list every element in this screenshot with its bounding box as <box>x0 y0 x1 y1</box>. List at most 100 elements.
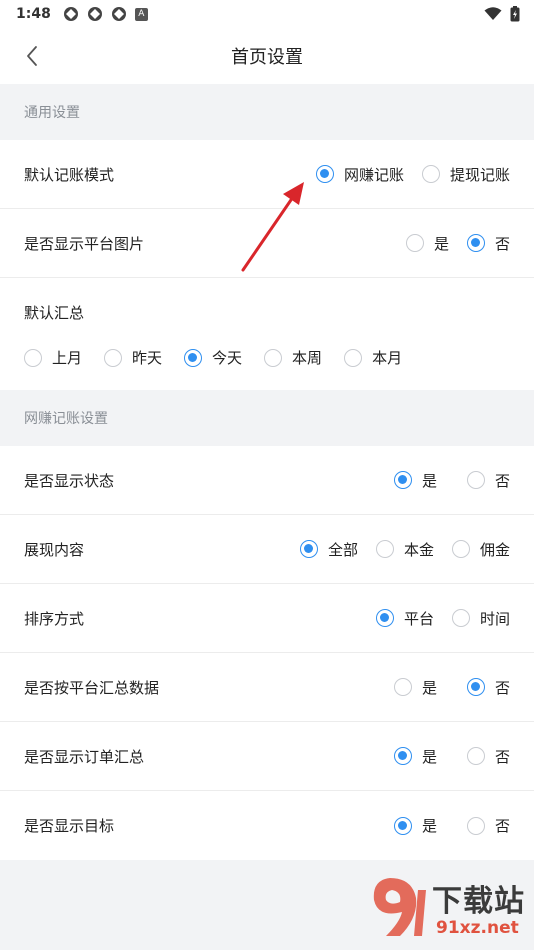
setting-row-sort-method: 排序方式 平台 时间 <box>0 584 534 653</box>
radio-unchecked-icon[interactable] <box>104 348 123 367</box>
radio-unchecked-icon[interactable] <box>466 747 485 765</box>
setting-label: 是否显示平台图片 <box>24 234 145 253</box>
radio-checked-icon[interactable] <box>393 816 412 835</box>
status-time: 1:48 <box>16 6 51 22</box>
radio-option-yes[interactable]: 是 <box>393 815 437 836</box>
watermark-9-icon <box>373 878 426 936</box>
radio-option-no[interactable]: 否 <box>466 746 510 767</box>
settings-card-general: 默认记账模式 网赚记账 提现记账 是否显示平台图片 是 否 默认汇总 上月 昨天… <box>0 140 534 390</box>
radio-option-this-month[interactable]: 本月 <box>344 347 402 368</box>
radio-option-yes[interactable]: 是 <box>393 470 437 491</box>
radio-group: 是 否 <box>393 746 510 767</box>
radio-group: 是 否 <box>393 470 510 491</box>
setting-row-show-target: 是否显示目标 是 否 <box>0 791 534 860</box>
radio-unchecked-icon[interactable] <box>466 816 485 835</box>
radio-group: 网赚记账 提现记账 <box>315 164 510 185</box>
radio-checked-icon[interactable] <box>375 609 394 627</box>
radio-checked-icon[interactable] <box>393 471 412 489</box>
radio-group: 是 否 <box>393 677 510 698</box>
radio-option-platform[interactable]: 平台 <box>375 608 434 629</box>
radio-label: 上月 <box>52 349 83 367</box>
radio-option-online-earning[interactable]: 网赚记账 <box>315 164 404 185</box>
radio-checked-icon[interactable] <box>184 348 203 367</box>
radio-label: 提现记账 <box>449 165 510 184</box>
app-notification-icon <box>63 7 78 21</box>
radio-unchecked-icon[interactable] <box>375 540 394 558</box>
radio-group: 平台 时间 <box>375 608 510 629</box>
radio-option-time[interactable]: 时间 <box>451 608 510 629</box>
radio-checked-icon[interactable] <box>299 540 318 558</box>
notification-icons: A <box>63 6 148 22</box>
radio-group: 是 否 <box>393 815 510 836</box>
radio-unchecked-icon[interactable] <box>451 540 470 558</box>
letter-badge-icon: A <box>134 7 148 21</box>
radio-option-this-week[interactable]: 本周 <box>264 347 322 368</box>
back-button[interactable] <box>12 36 52 76</box>
radio-unchecked-icon[interactable] <box>264 348 283 367</box>
setting-label: 是否显示订单汇总 <box>24 747 145 766</box>
radio-option-yesterday[interactable]: 昨天 <box>104 347 162 368</box>
radio-label: 今天 <box>212 349 243 367</box>
radio-label: 是 <box>421 747 437 766</box>
radio-label: 否 <box>494 234 510 253</box>
radio-label: 昨天 <box>132 349 163 367</box>
radio-option-last-month[interactable]: 上月 <box>24 347 82 368</box>
setting-row-default-summary: 默认汇总 上月 昨天 今天 本周 本月 <box>0 278 534 390</box>
status-bar: 1:48 A <box>0 0 534 28</box>
radio-option-today[interactable]: 今天 <box>184 347 242 368</box>
radio-group: 全部 本金 佣金 <box>299 539 510 560</box>
radio-checked-icon[interactable] <box>393 747 412 765</box>
radio-option-principal[interactable]: 本金 <box>375 539 434 560</box>
radio-label: 否 <box>494 747 510 766</box>
radio-unchecked-icon[interactable] <box>466 471 485 489</box>
wifi-icon <box>484 7 502 20</box>
radio-option-all[interactable]: 全部 <box>299 539 358 560</box>
radio-label: 本金 <box>403 540 434 559</box>
radio-checked-icon[interactable] <box>466 234 485 252</box>
settings-card-online-earning: 是否显示状态 是 否 展现内容 全部 本金 佣金 排序方式 平台 时间 是否按平… <box>0 446 534 860</box>
setting-label: 是否显示目标 <box>24 817 115 835</box>
setting-row-summary-by-platform: 是否按平台汇总数据 是 否 <box>0 653 534 722</box>
radio-label: 全部 <box>327 540 358 559</box>
radio-option-no[interactable]: 否 <box>466 815 510 836</box>
radio-label: 佣金 <box>479 540 510 559</box>
radio-option-yes[interactable]: 是 <box>405 233 449 254</box>
setting-label: 默认记账模式 <box>24 165 115 184</box>
radio-unchecked-icon[interactable] <box>451 609 470 627</box>
radio-unchecked-icon[interactable] <box>24 348 42 367</box>
radio-label: 网赚记账 <box>343 165 404 184</box>
radio-checked-icon[interactable] <box>315 165 334 183</box>
radio-label: 是 <box>421 817 437 835</box>
watermark-title: 下载站 <box>432 884 525 919</box>
watermark-url: 91xz.net <box>436 918 519 938</box>
radio-unchecked-icon[interactable] <box>393 678 412 696</box>
setting-label: 展现内容 <box>24 540 85 559</box>
radio-label: 是 <box>421 678 437 697</box>
radio-unchecked-icon[interactable] <box>344 348 363 367</box>
radio-option-yes[interactable]: 是 <box>393 677 437 698</box>
section-header-general: 通用设置 <box>24 105 80 121</box>
page-title: 首页设置 <box>231 47 303 68</box>
radio-option-no[interactable]: 否 <box>466 470 510 491</box>
app-notification-icon <box>111 7 126 21</box>
radio-option-yes[interactable]: 是 <box>393 746 437 767</box>
setting-row-default-mode: 默认记账模式 网赚记账 提现记账 <box>0 140 534 209</box>
setting-label: 默认汇总 <box>24 304 85 322</box>
radio-option-no[interactable]: 否 <box>466 233 510 254</box>
nav-bar: 首页设置 <box>0 28 534 84</box>
radio-unchecked-icon[interactable] <box>405 234 424 252</box>
setting-label: 排序方式 <box>24 609 85 628</box>
radio-unchecked-icon[interactable] <box>421 165 440 183</box>
radio-checked-icon[interactable] <box>466 678 485 696</box>
radio-group: 是 否 <box>405 233 510 254</box>
radio-label: 本月 <box>372 349 403 367</box>
watermark-logo: 下载站 91xz.net <box>360 872 528 946</box>
setting-label: 是否显示状态 <box>24 471 115 490</box>
radio-option-withdraw[interactable]: 提现记账 <box>421 164 510 185</box>
radio-option-commission[interactable]: 佣金 <box>451 539 510 560</box>
setting-row-platform-images: 是否显示平台图片 是 否 <box>0 209 534 278</box>
app-notification-icon <box>87 7 102 21</box>
radio-option-no[interactable]: 否 <box>466 677 510 698</box>
chevron-left-icon <box>27 46 37 66</box>
setting-row-show-status: 是否显示状态 是 否 <box>0 446 534 515</box>
